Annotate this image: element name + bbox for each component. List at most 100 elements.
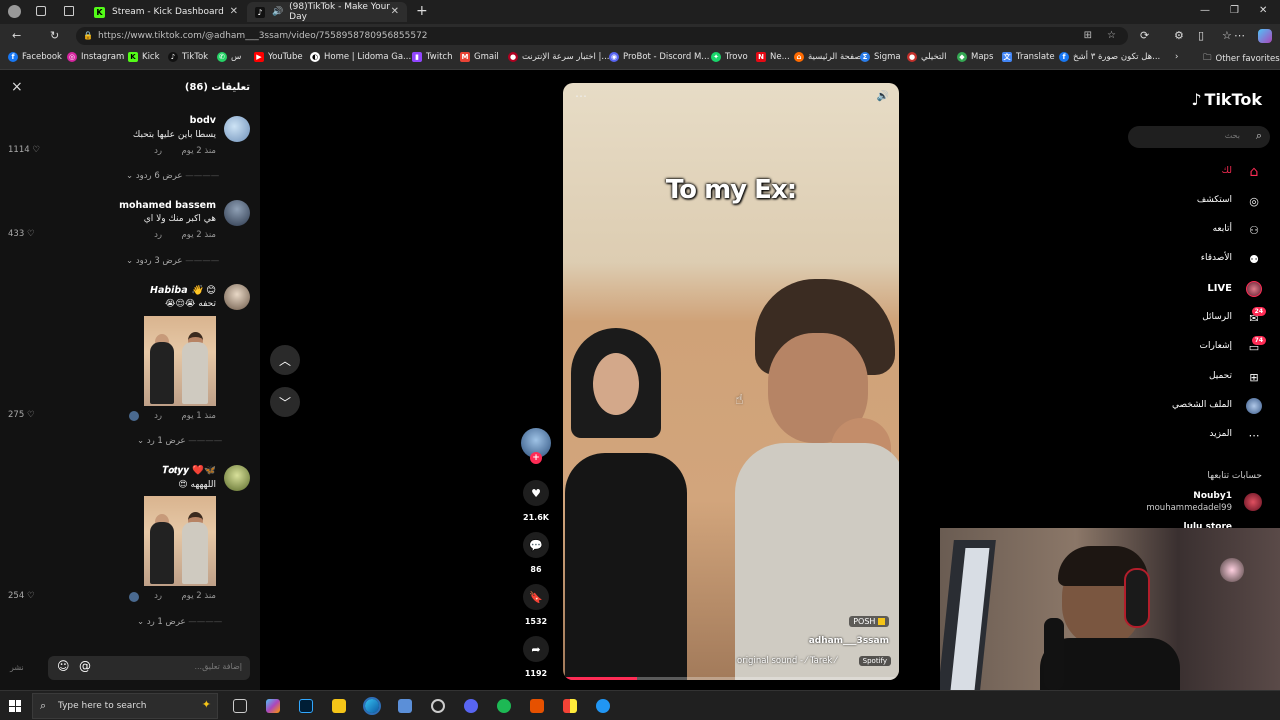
tab-kick-dashboard[interactable]: K Stream - Kick Dashboard ✕ bbox=[86, 2, 246, 22]
reply-button[interactable]: رد bbox=[154, 230, 162, 240]
bookmark-facebook[interactable]: f Facebook bbox=[8, 52, 62, 62]
favorite-star-icon[interactable]: ☆ bbox=[1107, 27, 1116, 45]
close-tab-icon[interactable]: ✕ bbox=[391, 6, 399, 17]
extensions-icon[interactable]: ⚙ bbox=[1174, 29, 1184, 42]
bookmark-imaginary[interactable]: ● التخيلي bbox=[907, 52, 946, 62]
spotify-badge[interactable]: Spotify bbox=[858, 656, 891, 666]
copilot-icon[interactable] bbox=[1258, 29, 1272, 43]
live-icon[interactable] bbox=[1246, 281, 1262, 297]
more-icon[interactable]: ⋯ bbox=[1246, 427, 1262, 443]
task-view-icon[interactable] bbox=[233, 699, 247, 713]
follow-plus-icon[interactable]: + bbox=[530, 452, 542, 464]
speaker-icon[interactable]: 🔊 bbox=[272, 7, 283, 17]
menu-icon[interactable]: ⋯ bbox=[1234, 29, 1245, 42]
nav-friends-label[interactable]: الأصدقاء bbox=[1201, 253, 1232, 263]
search-icon[interactable]: ⌕ bbox=[1256, 129, 1262, 143]
other-favorites[interactable]: 🗀 Other favorites bbox=[1203, 52, 1280, 66]
comment-likes[interactable]: 433 ♡ bbox=[8, 229, 35, 239]
nav-messages-label[interactable]: الرسائل bbox=[1202, 312, 1232, 322]
comment-author[interactable]: 𝑻𝒐𝒕𝒚𝒚 ❤️🦋 bbox=[163, 465, 216, 476]
nav-live-label[interactable]: LIVE bbox=[1207, 283, 1232, 294]
new-tab-button[interactable]: + bbox=[416, 3, 428, 19]
bookmark-trovo[interactable]: ✦ Trovo bbox=[711, 52, 748, 62]
nav-profile-label[interactable]: الملف الشخصي bbox=[1172, 400, 1232, 410]
spotify-icon[interactable] bbox=[497, 699, 511, 713]
bookmark-instagram[interactable]: ◎ Instagram bbox=[67, 52, 124, 62]
nav-inbox-label[interactable]: إشعارات bbox=[1200, 341, 1232, 351]
taskbar-search[interactable]: ⌕ Type here to search ✦ bbox=[32, 693, 218, 719]
file-explorer-icon[interactable] bbox=[332, 699, 346, 713]
home-icon[interactable]: ⌂ bbox=[1246, 164, 1262, 180]
bookmark-home-page[interactable]: ⌂ الصفحة الرئيسية bbox=[794, 52, 867, 62]
bookmark-kick[interactable]: K Kick bbox=[128, 52, 160, 62]
photoshop-icon[interactable] bbox=[299, 699, 313, 713]
bookmark-netflix[interactable]: N Ne... bbox=[756, 52, 790, 62]
sync-icon[interactable]: ⟳ bbox=[1140, 29, 1149, 42]
stats-app-icon[interactable] bbox=[530, 699, 544, 713]
save-button[interactable]: 🔖 bbox=[523, 584, 549, 610]
nav-more-label[interactable]: المزيد bbox=[1209, 429, 1232, 439]
nav-for-you-label[interactable]: لك bbox=[1222, 166, 1232, 176]
close-icon[interactable]: × bbox=[11, 79, 23, 95]
bookmark-youtube[interactable]: ▶ YouTube bbox=[254, 52, 303, 62]
comment-author[interactable]: mohamed bassem bbox=[119, 200, 216, 211]
bookmark-facebook-photo[interactable]: f هل تكون صورة ٣ أشخ... bbox=[1059, 52, 1160, 62]
nav-explore-label[interactable]: استكشف bbox=[1197, 195, 1232, 205]
bookmark-tiktok[interactable]: ♪ TikTok bbox=[168, 52, 208, 62]
profile-icon[interactable] bbox=[8, 5, 21, 18]
following-account-name[interactable]: Nouby1 bbox=[1193, 491, 1232, 501]
bookmark-translate[interactable]: 文 Translate bbox=[1002, 52, 1055, 62]
friends-icon[interactable]: ⚉ bbox=[1246, 251, 1262, 267]
comment-button[interactable]: 💬 bbox=[523, 532, 549, 558]
view-replies-button[interactable]: ⌄ عرض 6 ردود ———— bbox=[126, 171, 219, 181]
comment-likes[interactable]: 275 ♡ bbox=[8, 410, 35, 420]
discord-icon[interactable] bbox=[464, 699, 478, 713]
comment-author[interactable]: Habiba 👋 😊 bbox=[150, 285, 216, 296]
bookmark-probot[interactable]: ◉ ProBot - Discord M... bbox=[609, 52, 709, 62]
windows-start-icon[interactable] bbox=[9, 700, 21, 712]
chevron-right-icon[interactable]: › bbox=[1175, 52, 1178, 62]
restore-icon[interactable]: ❐ bbox=[1230, 5, 1239, 16]
emoji-icon[interactable]: ☺ bbox=[57, 659, 70, 673]
next-video-button[interactable]: ﹀ bbox=[270, 387, 300, 417]
store-icon[interactable] bbox=[398, 699, 412, 713]
refresh-icon[interactable]: ↻ bbox=[50, 29, 59, 42]
like-button[interactable]: ♥ bbox=[523, 480, 549, 506]
following-account-avatar[interactable] bbox=[1244, 493, 1262, 511]
comment-input[interactable]: ☺ @ إضافة تعليق... bbox=[48, 656, 250, 680]
comment-image[interactable] bbox=[144, 496, 216, 586]
posh-badge[interactable]: POSH bbox=[849, 616, 889, 627]
nav-upload-label[interactable]: تحميل bbox=[1209, 371, 1232, 381]
post-comment-button[interactable]: نشر bbox=[10, 663, 24, 672]
heart-outline-icon[interactable]: ♡ bbox=[27, 591, 35, 601]
workspaces-icon[interactable] bbox=[36, 6, 46, 16]
following-icon[interactable]: ⚇ bbox=[1246, 222, 1262, 238]
heart-outline-icon[interactable]: ♡ bbox=[27, 410, 35, 420]
reply-button[interactable]: رد bbox=[154, 146, 162, 156]
video-player[interactable]: ⋯ 🔊 To my Ex: POSH adham___3ssam origina… bbox=[563, 83, 899, 680]
share-button[interactable]: ➦ bbox=[523, 636, 549, 662]
tab-tiktok[interactable]: ♪ 🔊 (98)TikTok - Make Your Day ✕ bbox=[247, 2, 407, 22]
avatar[interactable] bbox=[224, 465, 250, 491]
profile-avatar-icon[interactable] bbox=[1246, 398, 1262, 414]
comment-image[interactable] bbox=[144, 316, 216, 406]
tab-actions-icon[interactable] bbox=[64, 6, 74, 16]
video-sound[interactable]: original sound - ⁄ Tarek ⁄ bbox=[737, 656, 836, 666]
app-grid-icon[interactable] bbox=[563, 699, 577, 713]
video-author[interactable]: adham___3ssam bbox=[809, 636, 889, 646]
avatar[interactable] bbox=[224, 200, 250, 226]
comment-likes[interactable]: 254 ♡ bbox=[8, 591, 35, 601]
bookmark-twitch[interactable]: ▮ Twitch bbox=[412, 52, 453, 62]
bookmark-lidoma[interactable]: ◐ Home | Lidoma Ga... bbox=[310, 52, 411, 62]
view-replies-button[interactable]: ⌄ عرض 3 ردود ———— bbox=[126, 256, 219, 266]
bookmark-whatsapp[interactable]: ✆ س bbox=[217, 52, 241, 62]
obs-icon[interactable] bbox=[431, 699, 445, 713]
comment-likes[interactable]: 1114 ♡ bbox=[8, 145, 40, 155]
search-input[interactable]: بحث ⌕ bbox=[1128, 126, 1270, 148]
mention-icon[interactable]: @ bbox=[79, 659, 91, 673]
reply-button[interactable]: رد bbox=[154, 591, 162, 601]
heart-outline-icon[interactable]: ♡ bbox=[32, 145, 40, 155]
view-replies-button[interactable]: ⌄ عرض 1 رد ———— bbox=[137, 436, 222, 446]
tiktok-logo[interactable]: ♪ TikTok bbox=[1191, 90, 1262, 109]
bookmark-maps[interactable]: ◆ Maps bbox=[957, 52, 993, 62]
